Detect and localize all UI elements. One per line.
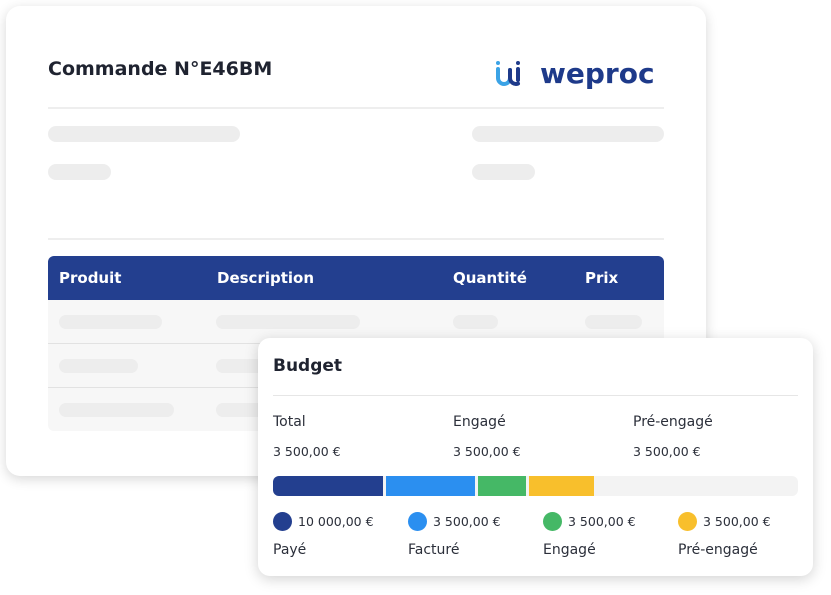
placeholder-line — [472, 164, 535, 180]
cell-placeholder — [585, 315, 642, 329]
placeholder-line — [48, 164, 111, 180]
legend-dot-pre-engage — [678, 512, 697, 531]
weproc-logo-icon — [496, 61, 520, 86]
legend-label-facture: Facturé — [408, 542, 460, 558]
legend-value-paye: 10 000,00 € — [298, 514, 374, 529]
table-header: Produit Description Quantité Prix — [48, 256, 664, 300]
budget-card: Budget Total Engagé Pré-engagé 3 500,00 … — [258, 338, 813, 576]
budget-bar-segment-engag- — [478, 476, 526, 496]
table-row — [48, 300, 664, 343]
engage-label: Engagé — [453, 414, 506, 430]
placeholder-line — [48, 126, 240, 142]
cell-placeholder — [59, 359, 138, 373]
placeholder-line — [472, 126, 664, 142]
legend-label-pre-engage: Pré-engagé — [678, 542, 758, 558]
legend-value-engage: 3 500,00 € — [568, 514, 636, 529]
section-divider — [48, 238, 664, 240]
legend-label-engage: Engagé — [543, 542, 596, 558]
legend-label-paye: Payé — [273, 542, 307, 558]
budget-divider — [273, 395, 798, 396]
legend-value-facture: 3 500,00 € — [433, 514, 501, 529]
header-divider — [48, 107, 664, 109]
order-title: Commande N°E46BM — [48, 58, 273, 80]
legend-value-pre-engage: 3 500,00 € — [703, 514, 771, 529]
budget-title: Budget — [273, 356, 343, 376]
budget-progress-bar — [273, 476, 798, 496]
total-value: 3 500,00 € — [273, 444, 341, 459]
cell-placeholder — [59, 403, 174, 417]
brand-name: weproc — [540, 57, 655, 90]
pre-engage-value: 3 500,00 € — [633, 444, 701, 459]
column-header-produit: Produit — [59, 269, 122, 287]
cell-placeholder — [216, 315, 360, 329]
cell-placeholder — [453, 315, 498, 329]
column-header-prix: Prix — [585, 269, 619, 287]
legend-dot-facture — [408, 512, 427, 531]
total-label: Total — [273, 414, 306, 430]
pre-engage-label: Pré-engagé — [633, 414, 713, 430]
legend-dot-engage — [543, 512, 562, 531]
brand-logo: weproc — [494, 54, 655, 94]
column-header-quantite: Quantité — [453, 269, 527, 287]
column-header-description: Description — [217, 269, 315, 287]
legend-dot-paye — [273, 512, 292, 531]
engage-value: 3 500,00 € — [453, 444, 521, 459]
budget-bar-segment-pr-engag- — [529, 476, 594, 496]
budget-bar-segment-factur- — [386, 476, 475, 496]
budget-bar-segment-pay- — [273, 476, 383, 496]
cell-placeholder — [59, 315, 162, 329]
